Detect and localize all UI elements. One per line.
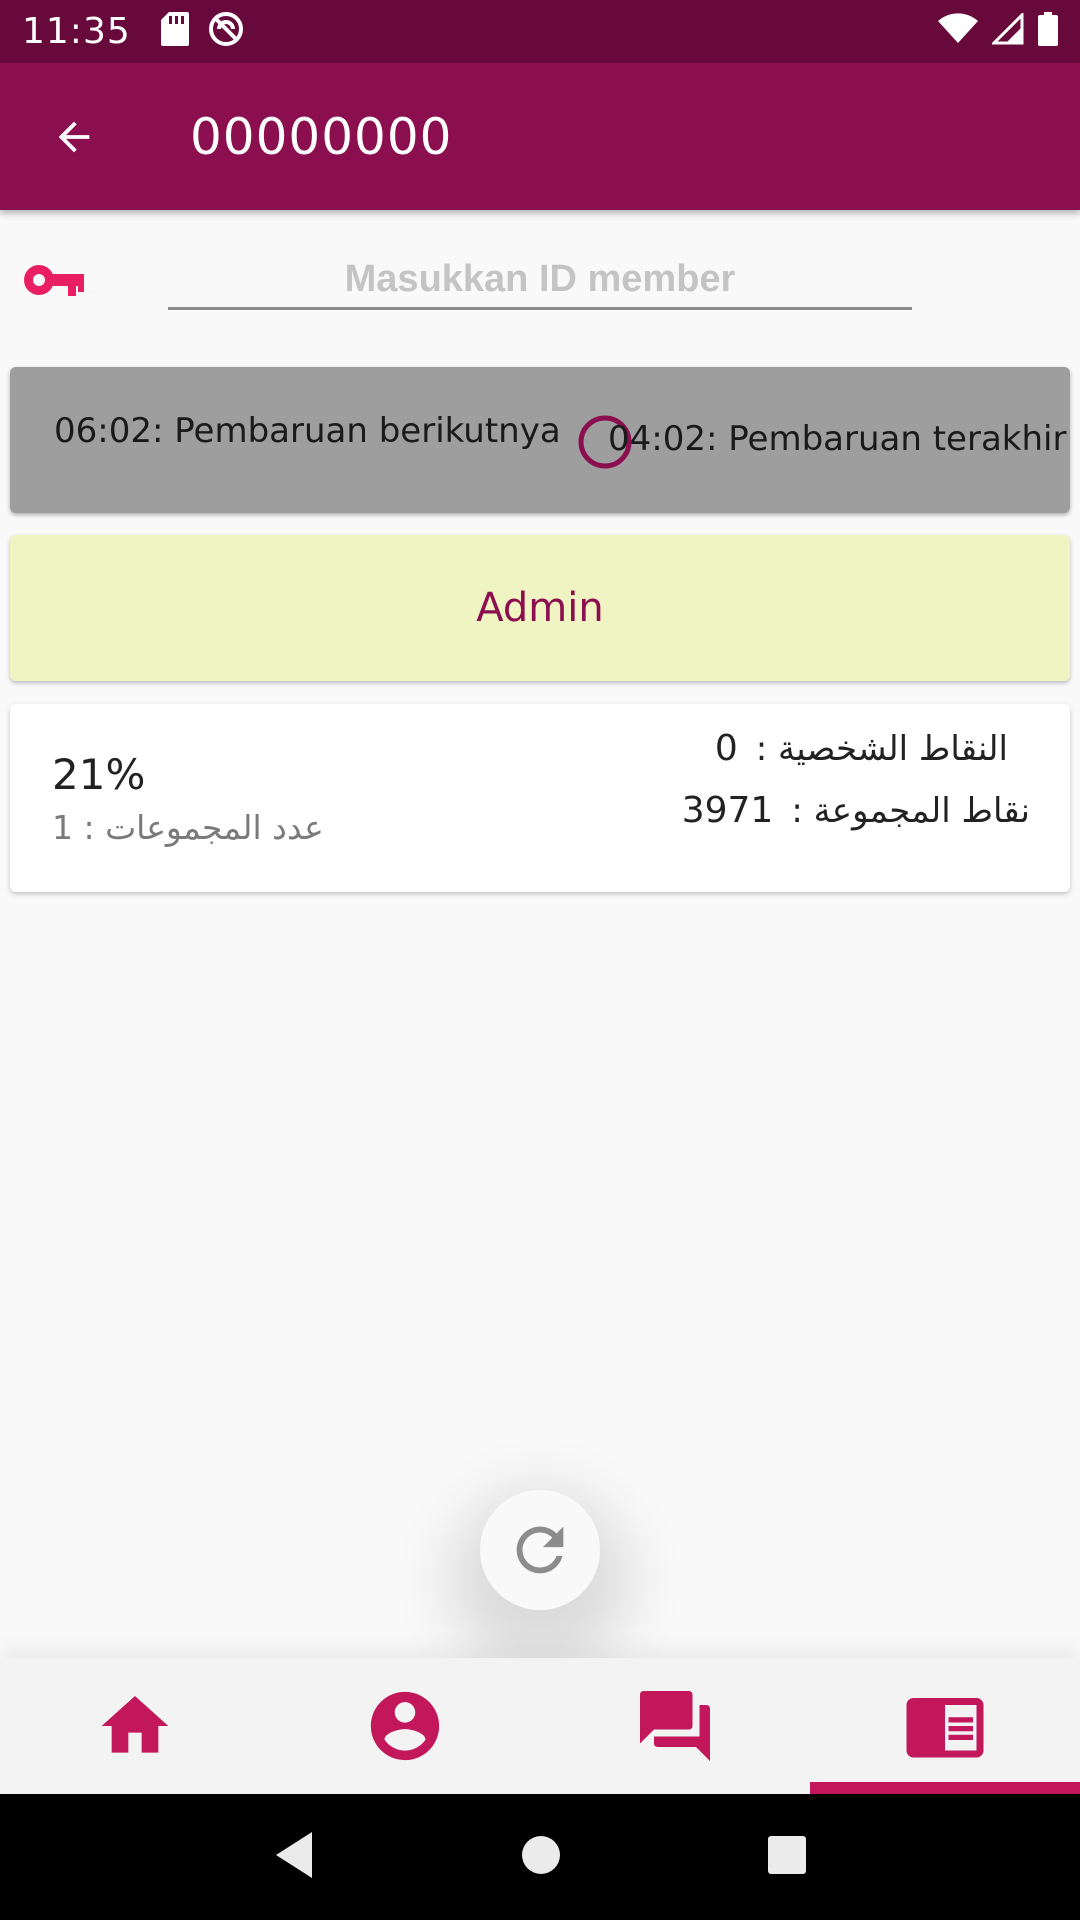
personal-points: 0 النقاط الشخصية : [715, 728, 1008, 769]
member-id-row [0, 230, 1080, 340]
personal-points-label: النقاط الشخصية : [755, 729, 1008, 769]
refresh-icon [516, 1526, 564, 1574]
account-circle-icon [370, 1691, 440, 1761]
group-points-value: 3971 [681, 790, 774, 831]
bottom-navigation [0, 1658, 1080, 1794]
refresh-button[interactable] [480, 1490, 600, 1610]
app-bar: 00000000 [0, 63, 1080, 210]
status-bar: 11:35 [0, 0, 1080, 63]
battery-icon [1038, 12, 1058, 51]
sd-card-icon [160, 12, 189, 51]
home-circle-icon[interactable] [519, 1833, 563, 1882]
forum-icon [640, 1691, 710, 1761]
no-sync-icon [207, 10, 245, 53]
role-card[interactable]: Admin [10, 535, 1070, 681]
groups-count: عدد المجموعات : 1 [52, 808, 324, 847]
role-label: Admin [476, 585, 604, 631]
nav-reader[interactable] [810, 1658, 1080, 1794]
nav-profile[interactable] [270, 1658, 540, 1794]
back-button[interactable] [0, 63, 148, 210]
update-card: 06:02: Pembaruan berikutnya 04:02: Pemba… [10, 367, 1070, 513]
group-points-label: نقاط المجموعة : [791, 791, 1030, 831]
progress-percent: 21% [52, 750, 146, 799]
wifi-icon [938, 13, 978, 50]
system-navigation [0, 1794, 1080, 1920]
status-time: 11:35 [22, 11, 131, 52]
personal-points-value: 0 [714, 728, 738, 769]
stats-card: 21% عدد المجموعات : 1 0 النقاط الشخصية :… [10, 704, 1070, 892]
page-title: 00000000 [190, 107, 453, 166]
nav-forum[interactable] [540, 1658, 810, 1794]
home-icon [101, 1696, 169, 1753]
member-id-input[interactable] [168, 252, 912, 310]
group-points: 3971 نقاط المجموعة : [682, 790, 1030, 831]
chrome-reader-icon [906, 1698, 984, 1758]
back-triangle-icon[interactable] [272, 1830, 316, 1885]
signal-icon [990, 11, 1024, 50]
last-update-text: 04:02: Pembaruan terakhir [608, 419, 1067, 459]
recents-square-icon[interactable] [766, 1834, 808, 1881]
arrow-back-icon [58, 121, 90, 152]
key-icon [22, 262, 84, 303]
next-update-text: 06:02: Pembaruan berikutnya [54, 411, 561, 451]
nav-home[interactable] [0, 1658, 270, 1794]
